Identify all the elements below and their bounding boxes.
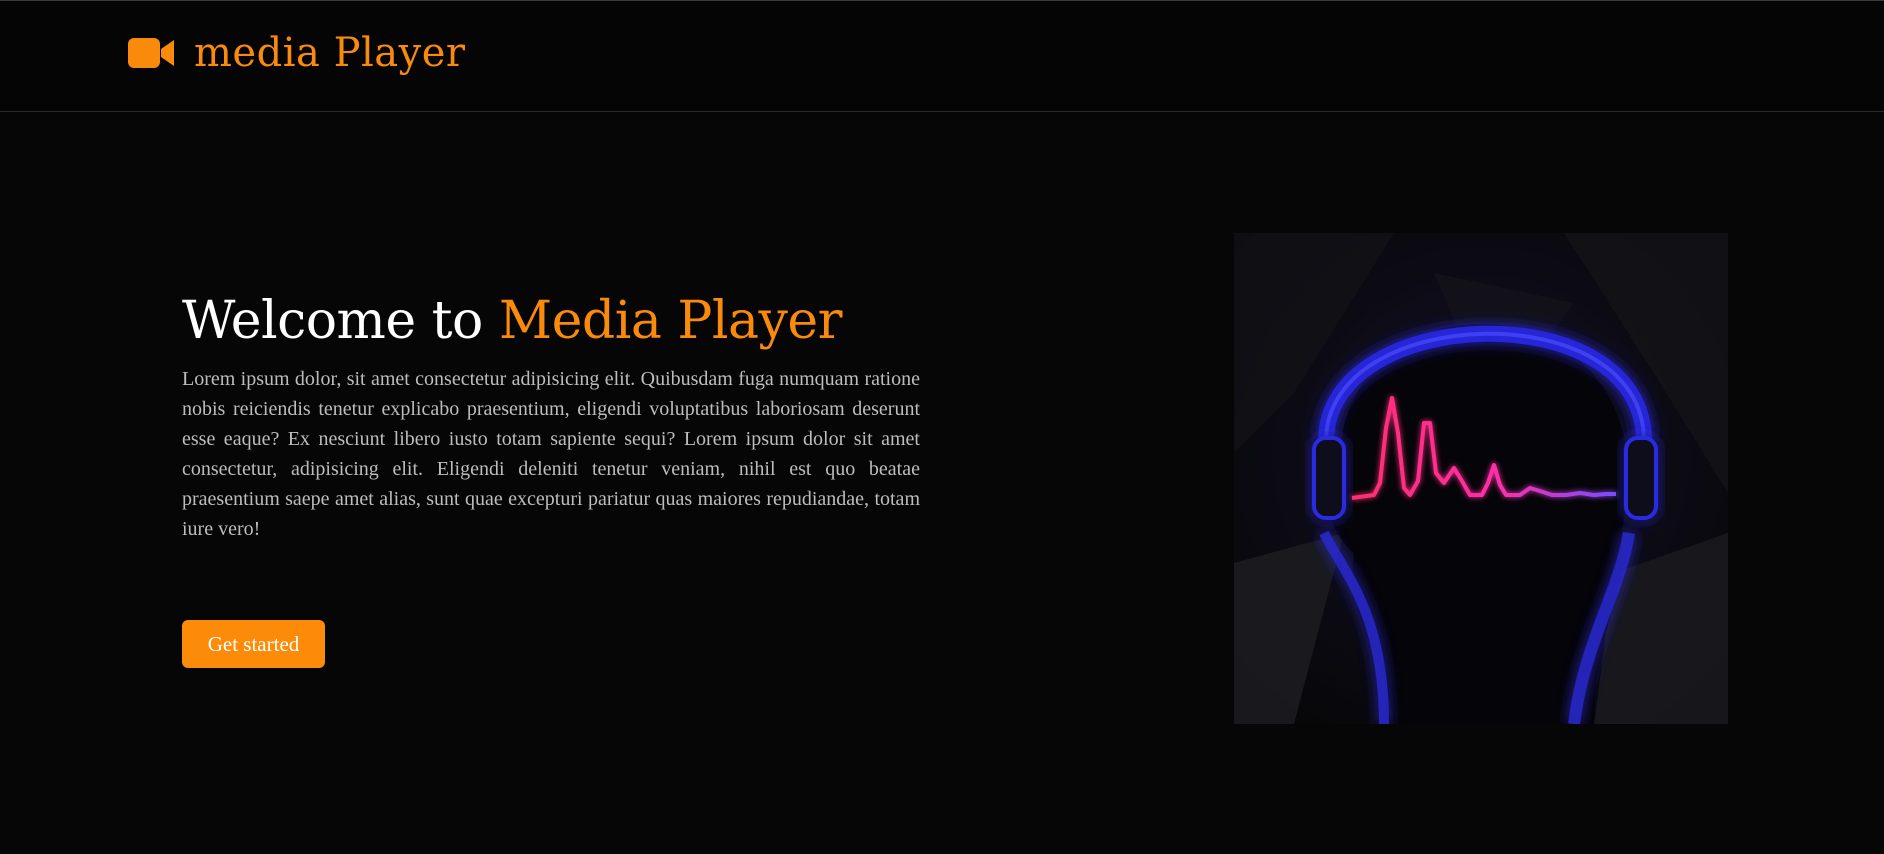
- video-camera-icon: [128, 38, 174, 68]
- navbar: media Player: [0, 0, 1884, 112]
- get-started-button[interactable]: Get started: [182, 620, 325, 668]
- hero-heading-accent: Media Player: [498, 291, 843, 351]
- hero-image: [1234, 233, 1728, 724]
- brand-title: media Player: [194, 30, 466, 76]
- hero-section: Welcome to Media Player Lorem ipsum dolo…: [182, 284, 920, 544]
- hero-description: Lorem ipsum dolor, sit amet consectetur …: [182, 368, 920, 540]
- headphones-soundwave-illustration: [1234, 233, 1728, 724]
- hero-heading: Welcome to Media Player: [182, 284, 920, 358]
- hero-heading-prefix: Welcome to: [182, 291, 483, 351]
- brand[interactable]: media Player: [128, 25, 466, 81]
